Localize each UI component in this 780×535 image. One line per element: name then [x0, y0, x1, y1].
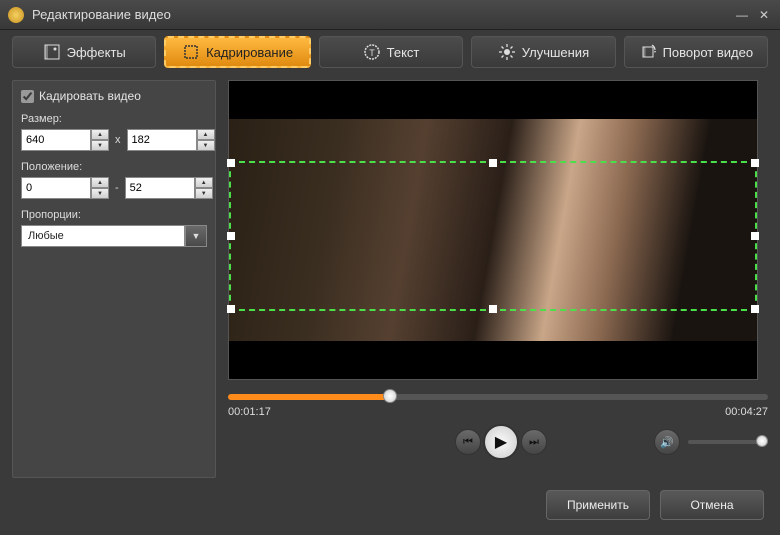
size-separator: x [113, 134, 123, 146]
ratio-select[interactable]: Любые ▼ [21, 225, 207, 247]
up-arrow-icon[interactable]: ▲ [91, 129, 109, 140]
tab-enhance[interactable]: Улучшения [471, 36, 615, 68]
titlebar: Редактирование видео — ✕ [0, 0, 780, 30]
size-label: Размер: [21, 113, 207, 125]
pos-x-input[interactable] [21, 177, 91, 199]
crop-panel: Кадировать видео Размер: ▲▼ x ▲▼ Положен… [12, 80, 216, 478]
total-time: 00:04:27 [725, 406, 768, 418]
crop-handle[interactable] [227, 232, 235, 240]
play-button[interactable]: ▶ [483, 424, 519, 460]
text-icon: T [363, 43, 381, 61]
timeline-slider[interactable] [228, 394, 768, 400]
crop-checkbox-label: Кадировать видео [39, 89, 141, 103]
crop-checkbox[interactable] [21, 90, 34, 103]
down-arrow-icon[interactable]: ▼ [91, 140, 109, 151]
tab-label: Улучшения [522, 45, 589, 60]
prev-button[interactable]: ⏮ [455, 429, 481, 455]
volume-slider[interactable] [688, 440, 768, 444]
ratio-value[interactable]: Любые [21, 225, 185, 247]
apply-button[interactable]: Применить [546, 490, 650, 520]
minimize-button[interactable]: — [734, 7, 750, 23]
play-icon: ▶ [495, 432, 507, 452]
size-row: ▲▼ x ▲▼ [21, 129, 207, 151]
pos-x-spinner[interactable]: ▲▼ [21, 177, 109, 199]
close-button[interactable]: ✕ [756, 7, 772, 23]
crop-icon [182, 43, 200, 61]
tab-effects[interactable]: Эффекты [12, 36, 156, 68]
down-arrow-icon[interactable]: ▼ [91, 188, 109, 199]
skip-back-icon: ⏮ [463, 436, 473, 449]
enhance-icon [498, 43, 516, 61]
tab-text[interactable]: T Текст [319, 36, 463, 68]
timeline-thumb[interactable] [383, 389, 397, 403]
app-icon [8, 7, 24, 23]
pos-y-spinner[interactable]: ▲▼ [125, 177, 213, 199]
cancel-button[interactable]: Отмена [660, 490, 764, 520]
dropdown-icon[interactable]: ▼ [185, 225, 207, 247]
crop-rectangle[interactable] [229, 161, 757, 311]
window-buttons: — ✕ [734, 7, 772, 23]
effects-icon [43, 43, 61, 61]
up-arrow-icon[interactable]: ▲ [197, 129, 215, 140]
up-arrow-icon[interactable]: ▲ [91, 177, 109, 188]
tab-rotate[interactable]: Поворот видео [624, 36, 768, 68]
crop-handle[interactable] [227, 305, 235, 313]
tab-label: Поворот видео [663, 45, 754, 60]
video-preview[interactable] [228, 80, 758, 380]
player-controls: ⏮ ▶ ⏭ 🔊 [228, 424, 768, 460]
ratio-label: Пропорции: [21, 209, 207, 221]
tab-label: Текст [387, 45, 420, 60]
crop-handle[interactable] [751, 305, 759, 313]
height-spinner[interactable]: ▲▼ [127, 129, 215, 151]
tab-label: Эффекты [67, 45, 126, 60]
down-arrow-icon[interactable]: ▼ [195, 188, 213, 199]
preview-area: 00:01:17 00:04:27 ⏮ ▶ ⏭ 🔊 [228, 80, 768, 478]
position-row: ▲▼ - ▲▼ [21, 177, 207, 199]
position-label: Положение: [21, 161, 207, 173]
tab-bar: Эффекты Кадрирование T Текст Улучшения П… [0, 30, 780, 74]
svg-text:T: T [369, 48, 375, 58]
crop-handle[interactable] [751, 159, 759, 167]
crop-handle[interactable] [751, 232, 759, 240]
width-input[interactable] [21, 129, 91, 151]
rotate-icon [639, 43, 657, 61]
volume-button[interactable]: 🔊 [654, 429, 680, 455]
crop-handle[interactable] [489, 159, 497, 167]
pos-y-input[interactable] [125, 177, 195, 199]
footer: Применить Отмена [0, 478, 780, 532]
width-spinner[interactable]: ▲▼ [21, 129, 109, 151]
crop-handle[interactable] [489, 305, 497, 313]
tab-label: Кадрирование [206, 45, 293, 60]
volume-thumb[interactable] [756, 435, 768, 447]
crop-checkbox-row[interactable]: Кадировать видео [21, 89, 207, 103]
window-title: Редактирование видео [32, 7, 734, 22]
position-separator: - [113, 182, 121, 194]
speaker-icon: 🔊 [660, 436, 674, 449]
timeline-progress [228, 394, 390, 400]
crop-handle[interactable] [227, 159, 235, 167]
down-arrow-icon[interactable]: ▼ [197, 140, 215, 151]
up-arrow-icon[interactable]: ▲ [195, 177, 213, 188]
current-time: 00:01:17 [228, 406, 271, 418]
next-button[interactable]: ⏭ [521, 429, 547, 455]
skip-forward-icon: ⏭ [529, 436, 539, 449]
height-input[interactable] [127, 129, 197, 151]
tab-crop[interactable]: Кадрирование [164, 36, 310, 68]
time-row: 00:01:17 00:04:27 [228, 406, 768, 418]
